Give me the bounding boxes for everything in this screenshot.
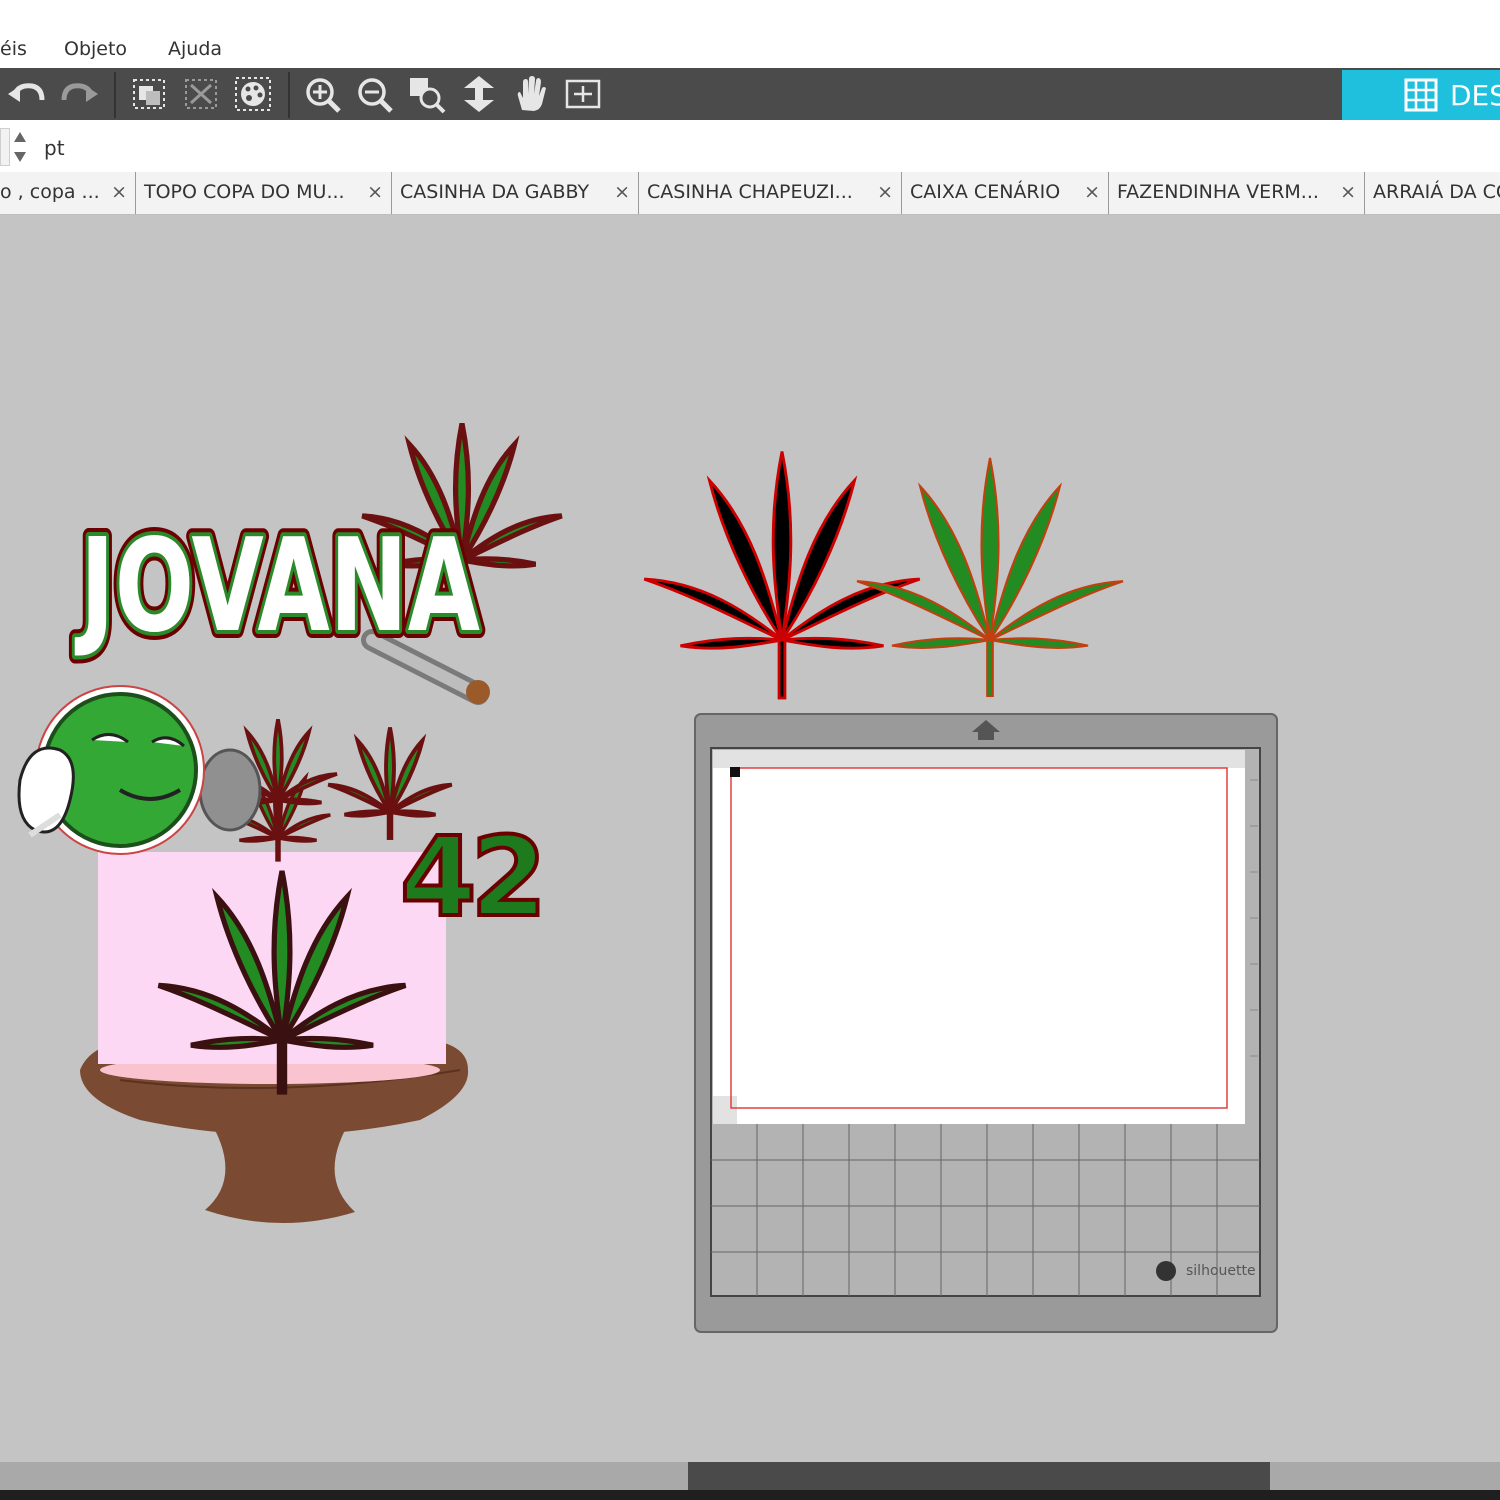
menu-bar bbox=[0, 0, 1500, 68]
undo-icon[interactable] bbox=[6, 74, 48, 114]
zoom-out-icon[interactable] bbox=[354, 74, 396, 114]
main-toolbar bbox=[0, 68, 1500, 120]
redo-icon[interactable] bbox=[58, 74, 100, 114]
menu-item-ajuda[interactable]: Ajuda bbox=[168, 38, 222, 60]
tab-document-2[interactable]: TOPO COPA DO MU... × bbox=[136, 172, 392, 214]
tab-label: CASINHA DA GABBY bbox=[400, 181, 590, 203]
taskbar bbox=[0, 1490, 1500, 1500]
tab-label: TOPO COPA DO MU... bbox=[144, 181, 345, 203]
close-icon[interactable]: × bbox=[367, 181, 383, 203]
toolbar-separator bbox=[114, 72, 116, 118]
tab-label: CASINHA CHAPEUZI... bbox=[647, 181, 853, 203]
fit-page-icon[interactable] bbox=[458, 74, 500, 114]
zoom-in-icon[interactable] bbox=[302, 74, 344, 114]
design-tab-label: DES bbox=[1450, 79, 1500, 112]
menu-item-papeis[interactable]: éis bbox=[0, 38, 27, 60]
ungroup-icon[interactable] bbox=[180, 74, 222, 114]
menu-item-objeto[interactable]: Objeto bbox=[64, 38, 127, 60]
close-icon[interactable]: × bbox=[1340, 181, 1356, 203]
zoom-selection-icon[interactable] bbox=[406, 74, 448, 114]
tab-document-4[interactable]: CASINHA CHAPEUZI... × bbox=[639, 172, 902, 214]
tab-document-7[interactable]: ARRAIÁ DA CO bbox=[1365, 172, 1500, 214]
pan-hand-icon[interactable] bbox=[510, 74, 552, 114]
close-icon[interactable]: × bbox=[1084, 181, 1100, 203]
unit-label: pt bbox=[44, 136, 65, 160]
tab-label: ARRAIÁ DA CO bbox=[1373, 181, 1500, 203]
scrollbar-thumb[interactable] bbox=[688, 1462, 1270, 1490]
fill-palette-icon[interactable] bbox=[232, 74, 274, 114]
close-icon[interactable]: × bbox=[111, 181, 127, 203]
tab-document-1[interactable]: o , copa ... × bbox=[0, 172, 136, 214]
design-canvas[interactable] bbox=[0, 214, 1500, 1462]
size-input[interactable] bbox=[0, 128, 10, 166]
tab-label: CAIXA CENÁRIO bbox=[910, 181, 1061, 203]
spinner-arrows-icon[interactable] bbox=[12, 130, 28, 164]
tab-document-3[interactable]: CASINHA DA GABBY × bbox=[392, 172, 639, 214]
design-panel-tab[interactable]: DES bbox=[1342, 70, 1500, 120]
close-icon[interactable]: × bbox=[877, 181, 893, 203]
close-icon[interactable]: × bbox=[614, 181, 630, 203]
toolbar-separator bbox=[288, 72, 290, 118]
tab-document-5[interactable]: CAIXA CENÁRIO × bbox=[902, 172, 1109, 214]
group-icon[interactable] bbox=[128, 74, 170, 114]
fit-to-window-icon[interactable] bbox=[562, 74, 604, 114]
tab-label: FAZENDINHA VERM... bbox=[1117, 181, 1319, 203]
tab-label: o , copa ... bbox=[0, 181, 100, 203]
property-bar bbox=[0, 120, 1500, 172]
tab-document-6[interactable]: FAZENDINHA VERM... × bbox=[1109, 172, 1365, 214]
grid-icon bbox=[1404, 78, 1438, 112]
